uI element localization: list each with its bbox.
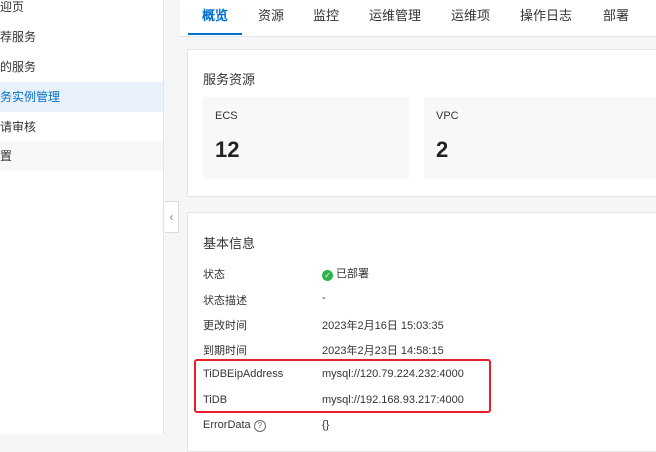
error-data-label: ErrorData? xyxy=(203,419,266,432)
stat-value: 12 xyxy=(215,137,240,162)
sidebar-item-label: 设置 xyxy=(0,149,13,163)
sidebar: 欢迎页 推荐服务 我的服务 服务实例管理 申请审核 设置 xyxy=(0,0,164,434)
info-label: 状态描述 xyxy=(203,295,247,307)
check-circle-icon: ✓ xyxy=(322,270,333,281)
sidebar-item-application-review[interactable]: 申请审核 xyxy=(0,112,163,142)
tab-label: 监控 xyxy=(313,8,340,23)
sidebar-item-welcome[interactable]: 欢迎页 xyxy=(0,0,163,22)
sidebar-item-settings[interactable]: 设置 xyxy=(0,141,163,171)
tab-operation-log[interactable]: 操作日志 xyxy=(520,0,572,34)
tab-ops-items[interactable]: 运维项 xyxy=(451,0,490,34)
info-value: 2023年2月23日 14:58:15 xyxy=(322,345,444,357)
info-label: 到期时间 xyxy=(203,345,247,357)
sidebar-item-service-instances[interactable]: 服务实例管理 xyxy=(0,82,163,112)
info-label: ErrorData xyxy=(203,419,251,431)
sidebar-item-my-services[interactable]: 我的服务 xyxy=(0,52,163,82)
info-label: 状态 xyxy=(203,269,225,281)
sidebar-item-label: 服务实例管理 xyxy=(0,90,61,104)
basic-info-title: 基本信息 xyxy=(203,236,256,251)
basic-info-card: 基本信息 状态 ✓ 已部署 状态描述 - 更改时间 2023年2月16日 15:0… xyxy=(187,212,656,452)
tab-overview[interactable]: 概览 xyxy=(202,0,228,34)
tab-monitoring[interactable]: 监控 xyxy=(313,0,339,34)
ecs-stat[interactable]: ECS 12 xyxy=(203,97,409,179)
sidebar-item-recommended-services[interactable]: 推荐服务 xyxy=(0,22,163,52)
sidebar-item-label: 欢迎页 xyxy=(0,0,25,14)
info-value: 2023年2月16日 15:03:35 xyxy=(322,320,444,332)
sidebar-item-label: 推荐服务 xyxy=(0,30,37,44)
stat-label: ECS xyxy=(215,110,238,122)
tab-label: 运维项 xyxy=(451,8,491,23)
vpc-stat[interactable]: VPC 2 xyxy=(424,97,656,179)
info-value: {} xyxy=(322,419,330,431)
highlight-annotation-box xyxy=(194,359,491,413)
tab-label: 概览 xyxy=(202,8,229,23)
service-resources-title: 服务资源 xyxy=(203,72,256,87)
sidebar-item-label: 我的服务 xyxy=(0,60,37,74)
stat-value: 2 xyxy=(436,137,449,162)
status-value: ✓ 已部署 xyxy=(322,265,369,281)
info-label: 更改时间 xyxy=(203,320,247,332)
active-tab-indicator xyxy=(188,33,242,35)
status-text: 已部署 xyxy=(336,268,369,280)
tab-bar: 概览 资源 监控 运维管理 运维项 操作日志 部署 xyxy=(180,0,656,37)
tab-label: 操作日志 xyxy=(520,8,573,23)
tab-label: 部署 xyxy=(603,8,630,23)
question-circle-icon[interactable]: ? xyxy=(253,420,266,432)
chevron-left-icon: ‹ xyxy=(169,210,174,224)
service-resources-card: 服务资源 ECS 12 VPC 2 xyxy=(187,49,656,197)
tab-label: 资源 xyxy=(258,8,285,23)
tab-deployment[interactable]: 部署 xyxy=(603,0,629,34)
stat-label: VPC xyxy=(436,110,459,122)
info-value: - xyxy=(322,292,326,304)
sidebar-collapse-button[interactable]: ‹ xyxy=(165,201,179,233)
tab-ops-management[interactable]: 运维管理 xyxy=(369,0,421,34)
tab-label: 运维管理 xyxy=(369,8,422,23)
tab-resources[interactable]: 资源 xyxy=(258,0,284,34)
sidebar-item-label: 申请审核 xyxy=(0,120,37,134)
